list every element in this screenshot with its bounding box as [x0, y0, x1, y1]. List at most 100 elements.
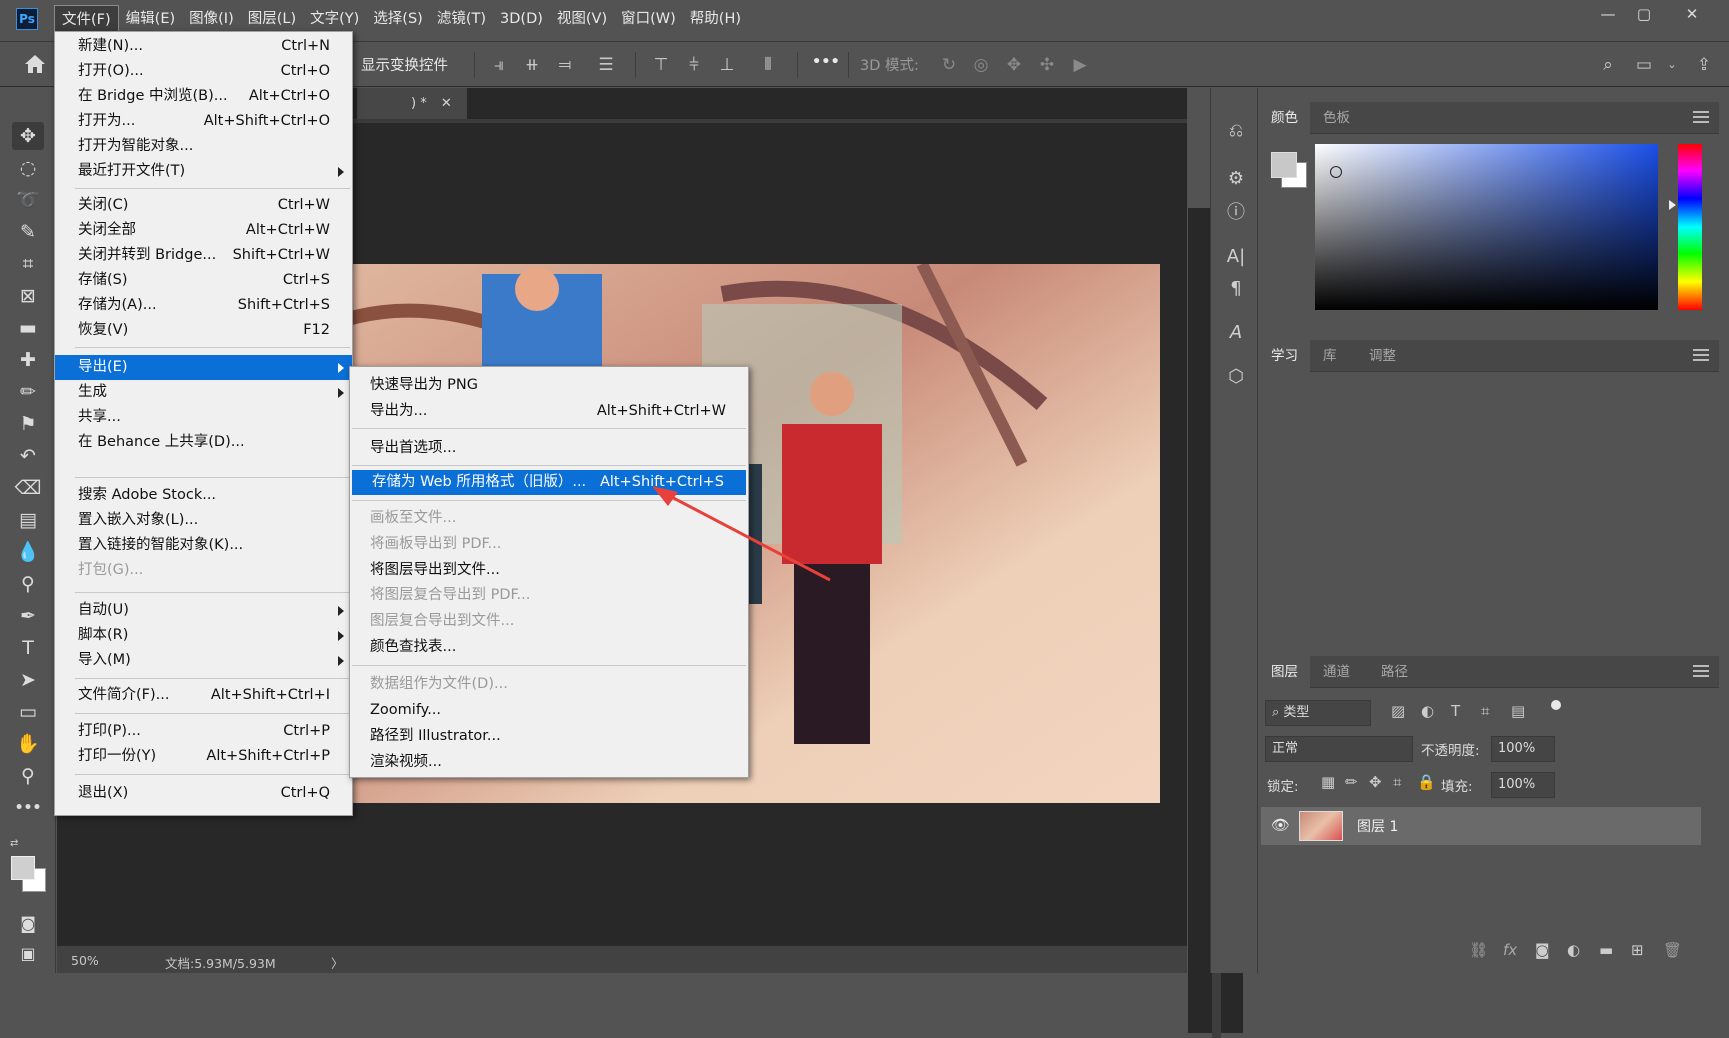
- character-panel-icon[interactable]: A|: [1223, 244, 1249, 270]
- 3d-pan-icon[interactable]: ✥: [1003, 54, 1025, 76]
- new-layer-icon[interactable]: ⊞: [1631, 941, 1644, 959]
- menu-item-revert[interactable]: 恢复(V) F12: [55, 318, 352, 343]
- menu-item-export-as[interactable]: 导出为... Alt+Shift+Ctrl+W: [350, 399, 748, 424]
- move-tool-icon[interactable]: ✥: [12, 122, 44, 150]
- menu-item-share[interactable]: 共享...: [55, 405, 352, 430]
- align-bottom-icon[interactable]: ⊥: [716, 54, 738, 76]
- filter-toggle-icon[interactable]: [1551, 700, 1561, 710]
- color-picker-cursor[interactable]: [1330, 166, 1342, 178]
- paragraph-panel-icon[interactable]: ¶: [1223, 276, 1249, 302]
- menu-file[interactable]: 文件(F): [54, 5, 119, 33]
- lock-artboard-icon[interactable]: ⌗: [1393, 773, 1401, 791]
- info-icon[interactable]: ⓘ: [1223, 200, 1249, 226]
- menu-item-quick-export-png[interactable]: 快速导出为 PNG: [350, 373, 748, 398]
- align-right-icon[interactable]: ⫤: [554, 54, 576, 76]
- pen-tool-icon[interactable]: ✒: [12, 602, 44, 630]
- tab-paths[interactable]: 路径: [1369, 656, 1420, 688]
- menu-item-share-behance[interactable]: 在 Behance 上共享(D)...: [55, 430, 352, 455]
- visibility-eye-icon[interactable]: 👁: [1271, 816, 1290, 834]
- lock-image-icon[interactable]: ✏: [1345, 773, 1358, 791]
- menu-view[interactable]: 视图(V): [550, 5, 614, 33]
- menu-item-file-info[interactable]: 文件简介(F)... Alt+Shift+Ctrl+I: [55, 683, 352, 708]
- type-tool-icon[interactable]: T: [12, 634, 44, 662]
- menu-item-search-stock[interactable]: 搜索 Adobe Stock...: [55, 483, 352, 508]
- menu-item-browse-bridge[interactable]: 在 Bridge 中浏览(B)... Alt+Ctrl+O: [55, 84, 352, 109]
- swap-colors-icon[interactable]: ⇄: [10, 838, 26, 850]
- panel-menu-icon[interactable]: [1693, 111, 1709, 123]
- menu-item-open-smart-object[interactable]: 打开为智能对象...: [55, 134, 352, 159]
- edit-toolbar-icon[interactable]: •••: [12, 794, 44, 822]
- menu-item-save-as[interactable]: 存储为(A)... Shift+Ctrl+S: [55, 293, 352, 318]
- menu-item-scripts[interactable]: 脚本(R): [55, 623, 352, 648]
- align-left-icon[interactable]: ⫣: [488, 54, 510, 76]
- opacity-input[interactable]: 100%: [1491, 736, 1555, 762]
- document-size[interactable]: 文档:5.93M/5.93M: [165, 953, 276, 972]
- path-select-icon[interactable]: ➤: [12, 666, 44, 694]
- align-center-h-icon[interactable]: ⧺: [521, 54, 543, 76]
- menu-item-zoomify[interactable]: Zoomify...: [350, 698, 748, 723]
- menu-item-place-linked[interactable]: 置入链接的智能对象(K)...: [55, 533, 352, 558]
- zoom-tool-icon[interactable]: ⚲: [12, 762, 44, 790]
- menu-item-exit[interactable]: 退出(X) Ctrl+Q: [55, 781, 352, 806]
- tab-layers[interactable]: 图层: [1259, 656, 1310, 688]
- menu-item-export-preferences[interactable]: 导出首选项...: [350, 436, 748, 461]
- crop-tool-icon[interactable]: ⌗: [12, 250, 44, 278]
- filter-type-icon[interactable]: T: [1451, 702, 1460, 720]
- document-tab[interactable]: ) * ✕: [357, 88, 467, 119]
- color-picker-field[interactable]: [1315, 144, 1658, 310]
- menu-help[interactable]: 帮助(H): [683, 5, 748, 33]
- menu-edit[interactable]: 编辑(E): [119, 5, 182, 33]
- fill-input[interactable]: 100%: [1491, 772, 1555, 798]
- menu-item-render-video[interactable]: 渲染视频...: [350, 750, 748, 775]
- color-foreground-swatch[interactable]: [1271, 152, 1297, 178]
- frame-tool-icon[interactable]: ⊠: [12, 282, 44, 310]
- menu-item-place-embedded[interactable]: 置入嵌入对象(L)...: [55, 508, 352, 533]
- tab-libraries[interactable]: 库: [1311, 340, 1349, 372]
- filter-pixel-icon[interactable]: ▨: [1391, 702, 1405, 720]
- menu-item-export[interactable]: 导出(E): [55, 355, 352, 380]
- filter-smart-object-icon[interactable]: ▤: [1511, 702, 1525, 720]
- new-group-icon[interactable]: ▬: [1599, 941, 1613, 959]
- close-window-button[interactable]: ✕: [1670, 2, 1714, 26]
- marquee-tool-icon[interactable]: ◌: [12, 154, 44, 182]
- lock-all-icon[interactable]: 🔒: [1417, 773, 1436, 791]
- ruler-tool-icon[interactable]: ▬: [12, 314, 44, 342]
- menu-item-close-goto-bridge[interactable]: 关闭并转到 Bridge... Shift+Ctrl+W: [55, 243, 352, 268]
- panel-menu-icon[interactable]: [1693, 349, 1709, 361]
- quick-select-tool-icon[interactable]: ✎: [12, 218, 44, 246]
- quick-mask-icon[interactable]: ◙: [12, 910, 44, 938]
- lock-position-icon[interactable]: ✥: [1369, 773, 1382, 791]
- menu-item-open-as[interactable]: 打开为... Alt+Shift+Ctrl+O: [55, 109, 352, 134]
- dodge-tool-icon[interactable]: ⚲: [12, 570, 44, 598]
- menu-item-open[interactable]: 打开(O)... Ctrl+O: [55, 59, 352, 84]
- layer-row[interactable]: 👁 图层 1: [1261, 807, 1701, 845]
- lasso-tool-icon[interactable]: ➰: [12, 186, 44, 214]
- 3d-roll-icon[interactable]: ◎: [970, 54, 992, 76]
- menu-select[interactable]: 选择(S): [366, 5, 430, 33]
- distribute-icon[interactable]: ☰: [595, 54, 617, 76]
- align-middle-v-icon[interactable]: ⫩: [683, 54, 705, 76]
- menu-item-color-lookup-tables[interactable]: 颜色查找表...: [350, 635, 748, 660]
- adjustment-layer-icon[interactable]: ◐: [1567, 941, 1580, 959]
- fx-icon[interactable]: fx: [1503, 941, 1517, 959]
- brush-tool-icon[interactable]: ✏: [12, 378, 44, 406]
- distribute-v-icon[interactable]: ⦀: [757, 54, 779, 76]
- filter-shape-icon[interactable]: ⌗: [1481, 702, 1489, 720]
- history-panel-icon[interactable]: ⎌: [1223, 118, 1249, 144]
- status-menu-arrow[interactable]: 〉: [331, 953, 344, 972]
- share-icon[interactable]: ⇪: [1693, 54, 1715, 76]
- menu-3d[interactable]: 3D(D): [493, 5, 550, 33]
- menu-item-close-all[interactable]: 关闭全部 Alt+Ctrl+W: [55, 218, 352, 243]
- tab-learn[interactable]: 学习: [1259, 340, 1310, 372]
- close-tab-icon[interactable]: ✕: [441, 96, 452, 111]
- menu-window[interactable]: 窗口(W): [614, 5, 683, 33]
- tab-channels[interactable]: 通道: [1311, 656, 1362, 688]
- menu-item-new[interactable]: 新建(N)... Ctrl+N: [55, 34, 352, 59]
- link-layers-icon[interactable]: ⛓: [1469, 941, 1488, 959]
- menu-image[interactable]: 图像(I): [182, 5, 241, 33]
- menu-filter[interactable]: 滤镜(T): [430, 5, 493, 33]
- eraser-tool-icon[interactable]: ⌫: [12, 474, 44, 502]
- panel-menu-icon[interactable]: [1693, 665, 1709, 677]
- lock-transparent-icon[interactable]: ▦: [1321, 773, 1335, 791]
- menu-item-save[interactable]: 存储(S) Ctrl+S: [55, 268, 352, 293]
